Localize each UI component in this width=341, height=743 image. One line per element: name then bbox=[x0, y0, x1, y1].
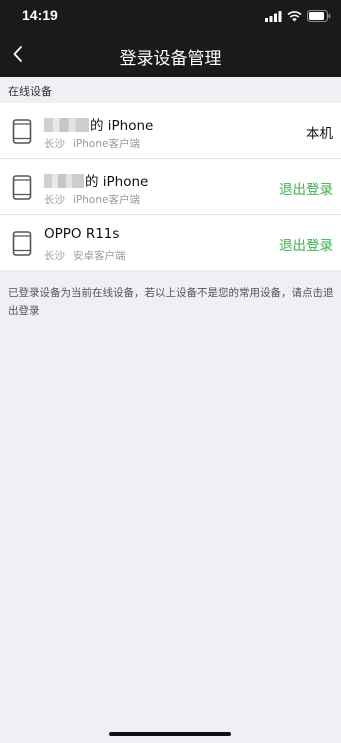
device-name: 的 iPhone bbox=[44, 170, 148, 190]
device-location: 长沙 bbox=[44, 250, 65, 262]
current-device-label: 本机 bbox=[306, 126, 333, 142]
battery-icon bbox=[307, 10, 331, 22]
status-icons bbox=[265, 9, 331, 23]
phone-icon bbox=[12, 175, 32, 200]
footer-note: 已登录设备为当前在线设备，若以上设备不是您的常用设备，请点击退出登录 bbox=[8, 287, 334, 317]
device-location: 长沙 bbox=[44, 138, 65, 150]
obscured-name bbox=[44, 118, 89, 132]
signal-icon bbox=[265, 10, 282, 22]
device-meta: 长沙 安卓客户端 bbox=[44, 248, 126, 263]
status-time: 14:19 bbox=[22, 7, 58, 23]
wifi-icon bbox=[287, 10, 302, 21]
device-meta: 长沙 iPhone客户端 bbox=[44, 136, 140, 151]
device-name: OPPO R11s bbox=[44, 226, 120, 242]
section-header-label: 在线设备 bbox=[8, 85, 52, 98]
device-location: 长沙 bbox=[44, 194, 65, 206]
section-header: 在线设备 bbox=[0, 77, 341, 103]
obscured-name bbox=[44, 174, 84, 188]
device-meta: 长沙 iPhone客户端 bbox=[44, 192, 140, 207]
device-client: iPhone客户端 bbox=[73, 138, 140, 150]
device-list: 的 iPhone 长沙 iPhone客户端 本机 的 iPhone 长沙 iPhon… bbox=[0, 103, 341, 270]
nav-bar: 登录设备管理 bbox=[0, 32, 341, 77]
device-row[interactable]: 的 iPhone 长沙 iPhone客户端 退出登录 bbox=[0, 158, 341, 214]
logout-button[interactable]: 退出登录 bbox=[279, 178, 333, 198]
device-name: 的 iPhone bbox=[44, 114, 153, 134]
device-row[interactable]: 的 iPhone 长沙 iPhone客户端 本机 bbox=[0, 103, 341, 158]
device-client: 安卓客户端 bbox=[73, 250, 126, 262]
home-indicator[interactable] bbox=[109, 732, 231, 736]
phone-icon bbox=[12, 231, 32, 256]
device-client: iPhone客户端 bbox=[73, 194, 140, 206]
page-title: 登录设备管理 bbox=[119, 49, 222, 69]
device-row[interactable]: OPPO R11s 长沙 安卓客户端 退出登录 bbox=[0, 214, 341, 270]
phone-icon bbox=[12, 119, 32, 144]
logout-button[interactable]: 退出登录 bbox=[279, 234, 333, 254]
status-bar: 14:19 bbox=[0, 0, 341, 32]
